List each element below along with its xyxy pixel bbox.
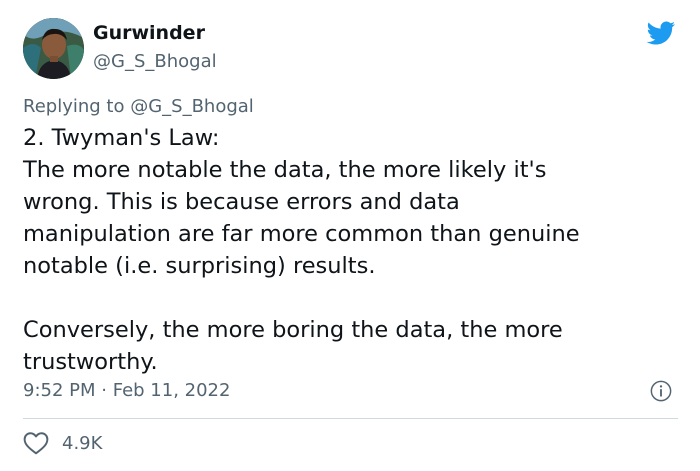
tweet-text: 2. Twyman's Law: The more notable the da…	[23, 122, 673, 378]
reply-prefix: Replying to	[23, 96, 131, 117]
reply-context: Replying to @G_S_Bhogal	[23, 96, 254, 117]
author-handle[interactable]: @G_S_Bhogal	[93, 51, 217, 72]
tweet-time: 9:52 PM	[23, 380, 96, 401]
tweet-line: 2. Twyman's Law:	[23, 125, 220, 151]
avatar[interactable]	[23, 18, 84, 79]
tweet-line: trustworthy.	[23, 349, 158, 375]
info-icon[interactable]	[650, 380, 672, 402]
meta-separator: ·	[95, 380, 113, 401]
tweet-line: The more notable the data, the more like…	[23, 157, 547, 183]
author-name[interactable]: Gurwinder	[93, 22, 205, 44]
like-button[interactable]: 4.9K	[23, 430, 102, 456]
avatar-image	[23, 18, 84, 79]
tweet-date: Feb 11, 2022	[112, 380, 231, 401]
divider	[23, 418, 678, 419]
heart-icon	[23, 432, 49, 455]
tweet-line: manipulation are far more common than ge…	[23, 221, 580, 247]
twitter-bird-icon[interactable]	[644, 18, 677, 48]
tweet-line: Conversely, the more boring the data, th…	[23, 317, 563, 343]
tweet-timestamp[interactable]: 9:52 PM · Feb 11, 2022	[23, 380, 230, 401]
tweet-card: Gurwinder @G_S_Bhogal Replying to @G_S_B…	[0, 0, 700, 471]
like-count: 4.9K	[62, 432, 103, 454]
tweet-line: wrong. This is because errors and data	[23, 189, 460, 215]
tweet-line: notable (i.e. surprising) results.	[23, 253, 376, 279]
reply-mention-link[interactable]: @G_S_Bhogal	[130, 96, 254, 117]
